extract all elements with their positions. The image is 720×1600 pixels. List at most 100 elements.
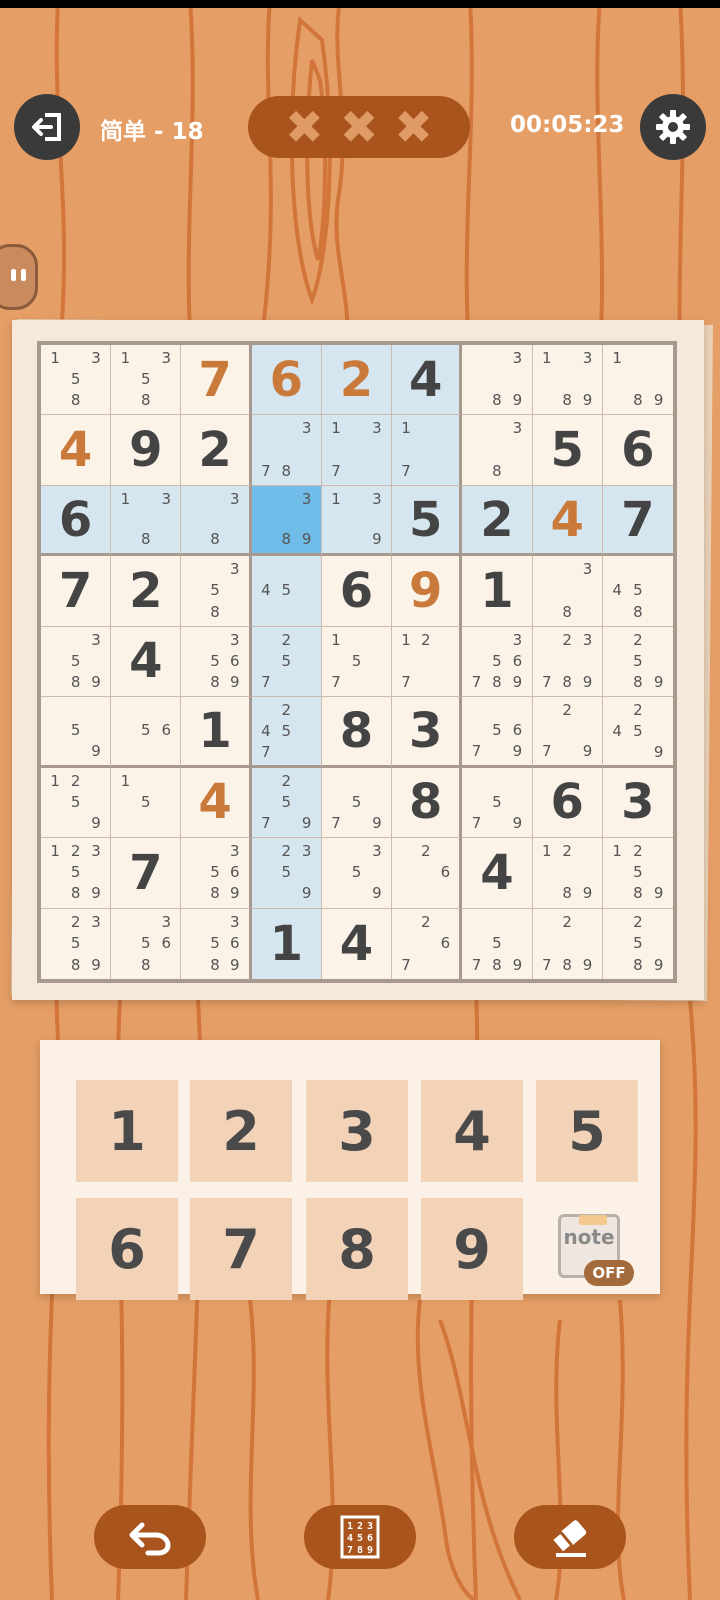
key-9[interactable]: 9: [421, 1198, 523, 1300]
key-2[interactable]: 2: [190, 1080, 292, 1182]
cell-r9c6[interactable]: 26 7: [392, 908, 463, 979]
svg-text:7: 7: [347, 1545, 353, 1556]
cell-r9c1[interactable]: 235 89: [41, 908, 112, 979]
cell-r1c5[interactable]: 2: [321, 345, 393, 416]
cell-r2c3[interactable]: 2: [181, 415, 252, 486]
cell-r3c3[interactable]: 38: [181, 485, 252, 557]
cell-r4c1[interactable]: 7: [41, 556, 112, 627]
cell-r4c7[interactable]: 1: [462, 556, 533, 627]
cell-r7c7[interactable]: 57 9: [462, 767, 533, 839]
cell-r4c2[interactable]: 2: [111, 556, 182, 627]
cell-r7c2[interactable]: 15: [111, 767, 182, 839]
cell-r6c1[interactable]: 59: [41, 697, 112, 768]
cell-r8c3[interactable]: 35689: [181, 838, 252, 909]
cell-r6c6[interactable]: 3: [392, 697, 463, 768]
cell-r9c3[interactable]: 35689: [181, 908, 252, 979]
cell-r2c4[interactable]: 3 78: [251, 415, 322, 486]
cell-r1c8[interactable]: 1 3 89: [532, 345, 603, 416]
cell-r8c2[interactable]: 7: [111, 838, 182, 909]
cell-r7c1[interactable]: 12 59: [41, 767, 112, 839]
cell-r8c1[interactable]: 1235 89: [41, 838, 112, 909]
cell-r3c5[interactable]: 1 3 9: [321, 485, 393, 557]
key-3[interactable]: 3: [306, 1080, 408, 1182]
key-1[interactable]: 1: [76, 1080, 178, 1182]
undo-button[interactable]: [94, 1505, 206, 1569]
note-toggle-button[interactable]: note OFF: [558, 1210, 634, 1296]
cell-r4c5[interactable]: 6: [321, 556, 393, 627]
key-7[interactable]: 7: [190, 1198, 292, 1300]
cell-r9c8[interactable]: 2 789: [532, 908, 603, 979]
cell-r1c6[interactable]: 4: [392, 345, 463, 416]
cell-r5c1[interactable]: 35 89: [41, 626, 112, 698]
note-digit: [156, 813, 176, 834]
cell-r1c3[interactable]: 7: [181, 345, 252, 416]
cell-r2c9[interactable]: 6: [602, 415, 673, 486]
cell-r1c7[interactable]: 3 89: [462, 345, 533, 416]
cell-r9c4[interactable]: 1: [251, 908, 322, 979]
cell-r4c9[interactable]: 45 8: [602, 556, 673, 627]
cell-r8c5[interactable]: 359: [321, 838, 393, 909]
cell-r9c5[interactable]: 4: [321, 908, 393, 979]
cell-r6c2[interactable]: 56: [111, 697, 182, 768]
note-digit: [86, 792, 106, 813]
cell-r3c6[interactable]: 5: [392, 485, 463, 557]
cell-r2c7[interactable]: 38: [462, 415, 533, 486]
cell-r1c1[interactable]: 1 35 8: [41, 345, 112, 416]
cell-r6c5[interactable]: 8: [321, 697, 393, 768]
cell-r1c4[interactable]: 6: [251, 345, 322, 416]
cell-r8c8[interactable]: 12 89: [532, 838, 603, 909]
cell-r5c5[interactable]: 157: [321, 626, 393, 698]
cell-r4c4[interactable]: 45: [251, 556, 322, 627]
cell-r7c3[interactable]: 4: [181, 767, 252, 839]
cell-r8c7[interactable]: 4: [462, 838, 533, 909]
cell-r1c2[interactable]: 1 35 8: [111, 345, 182, 416]
side-drawer-handle[interactable]: [0, 244, 38, 310]
cell-r4c6[interactable]: 9: [392, 556, 463, 627]
cell-r5c7[interactable]: 356 789: [462, 626, 533, 698]
eraser-button[interactable]: [514, 1505, 626, 1569]
cell-r7c5[interactable]: 57 9: [321, 767, 393, 839]
cell-r7c9[interactable]: 3: [602, 767, 673, 839]
cell-r5c8[interactable]: 23 789: [532, 626, 603, 698]
cell-r6c8[interactable]: 2 7 9: [532, 697, 603, 768]
cell-r1c9[interactable]: 1 89: [602, 345, 673, 416]
settings-button[interactable]: [640, 94, 706, 160]
cell-r3c4[interactable]: 3 89: [251, 485, 322, 557]
cell-r6c3[interactable]: 1: [181, 697, 252, 768]
cell-r8c4[interactable]: 2359: [251, 838, 322, 909]
cell-r8c6[interactable]: 26: [392, 838, 463, 909]
cell-r9c2[interactable]: 3568: [111, 908, 182, 979]
cell-r2c8[interactable]: 5: [532, 415, 603, 486]
cell-r3c8[interactable]: 4: [532, 485, 603, 557]
cell-r9c7[interactable]: 5789: [462, 908, 533, 979]
key-8[interactable]: 8: [306, 1198, 408, 1300]
cell-r3c2[interactable]: 1 3 8: [111, 485, 182, 557]
cell-r5c9[interactable]: 2 5 89: [602, 626, 673, 698]
cell-r6c9[interactable]: 2459: [602, 697, 673, 768]
cell-r3c7[interactable]: 2: [462, 485, 533, 557]
cell-r7c8[interactable]: 6: [532, 767, 603, 839]
cell-r5c2[interactable]: 4: [111, 626, 182, 698]
cell-r2c1[interactable]: 4: [41, 415, 112, 486]
cell-r7c6[interactable]: 8: [392, 767, 463, 839]
cell-r4c8[interactable]: 38: [532, 556, 603, 627]
cell-r4c3[interactable]: 35 8: [181, 556, 252, 627]
cell-r2c2[interactable]: 9: [111, 415, 182, 486]
key-4[interactable]: 4: [421, 1080, 523, 1182]
cell-r8c9[interactable]: 12 5 89: [602, 838, 673, 909]
cell-r2c5[interactable]: 1 3 7: [321, 415, 393, 486]
cell-r9c9[interactable]: 2 5 89: [602, 908, 673, 979]
exit-button[interactable]: [14, 94, 80, 160]
cell-r6c7[interactable]: 56 7 9: [462, 697, 533, 768]
cell-r5c6[interactable]: 12 7: [392, 626, 463, 698]
cell-r5c4[interactable]: 2 57: [251, 626, 322, 698]
cell-r7c4[interactable]: 2 57 9: [251, 767, 322, 839]
key-6[interactable]: 6: [76, 1198, 178, 1300]
cell-r3c1[interactable]: 6: [41, 485, 112, 557]
cell-r2c6[interactable]: 17: [392, 415, 463, 486]
cell-r5c3[interactable]: 35689: [181, 626, 252, 698]
cell-r3c9[interactable]: 7: [602, 485, 673, 557]
cell-r6c4[interactable]: 2457: [251, 697, 322, 768]
fast-notes-button[interactable]: 123 456 789: [304, 1505, 416, 1569]
key-5[interactable]: 5: [536, 1080, 638, 1182]
